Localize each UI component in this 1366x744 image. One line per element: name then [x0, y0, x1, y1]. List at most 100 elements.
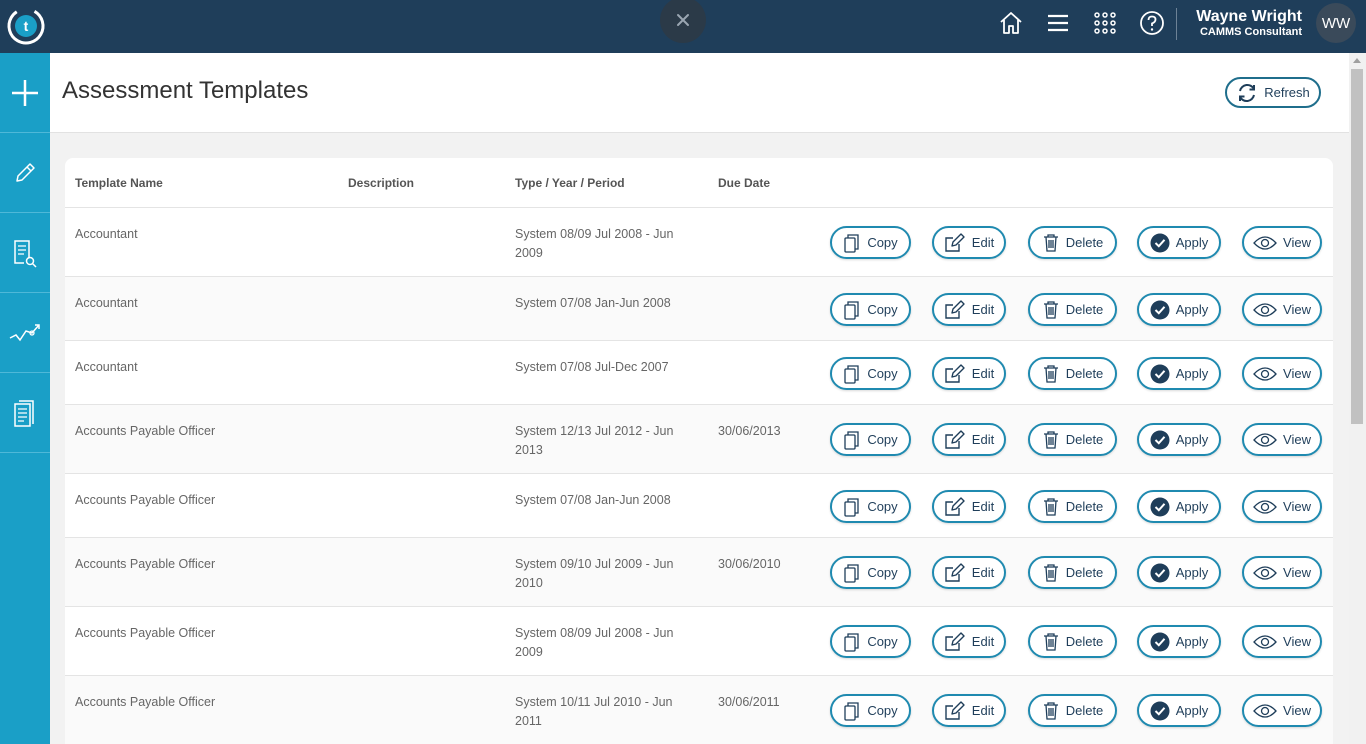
view-button[interactable]: View [1242, 226, 1322, 259]
template-name-cell: Accounts Payable Officer [75, 424, 216, 438]
apply-button[interactable]: Apply [1137, 293, 1221, 326]
edit-icon [944, 631, 966, 652]
delete-label: Delete [1065, 565, 1104, 580]
add-icon [12, 79, 38, 106]
delete-label: Delete [1065, 302, 1104, 317]
copy-button[interactable]: Copy [830, 226, 911, 259]
copy-button[interactable]: Copy [830, 625, 911, 658]
view-button[interactable]: View [1242, 490, 1322, 523]
check-circle-icon [1150, 430, 1170, 450]
type-year-period-cell: System 07/08 Jan-Jun 2008 [515, 493, 671, 507]
copy-icon [843, 430, 861, 450]
delete-button[interactable]: Delete [1028, 357, 1117, 390]
sidebar-item-trends[interactable] [0, 293, 50, 373]
check-circle-icon [1150, 300, 1170, 320]
column-header-due-date[interactable]: Due Date [718, 176, 770, 190]
user-name: Wayne Wright [1196, 8, 1302, 25]
copy-icon [843, 233, 861, 253]
copy-button[interactable]: Copy [830, 556, 911, 589]
check-circle-icon [1150, 233, 1170, 253]
eye-icon [1253, 703, 1277, 719]
view-button[interactable]: View [1242, 625, 1322, 658]
sidebar-item-documents[interactable] [0, 373, 50, 453]
edit-button[interactable]: Edit [932, 423, 1006, 456]
delete-button[interactable]: Delete [1028, 556, 1117, 589]
sidebar-item-review[interactable] [0, 213, 50, 293]
apply-button[interactable]: Apply [1137, 625, 1221, 658]
delete-button[interactable]: Delete [1028, 423, 1117, 456]
apply-button[interactable]: Apply [1137, 423, 1221, 456]
apps-grid-icon[interactable] [1092, 10, 1118, 36]
column-header-template-name[interactable]: Template Name [75, 176, 163, 190]
copy-label: Copy [867, 565, 898, 580]
refresh-icon [1239, 83, 1256, 102]
top-bar: t Wayne Wright CAMMS Consultant WW [0, 0, 1366, 53]
view-button[interactable]: View [1242, 556, 1322, 589]
template-name-cell: Accounts Payable Officer [75, 557, 216, 571]
apply-button[interactable]: Apply [1137, 490, 1221, 523]
trash-icon [1042, 430, 1060, 450]
delete-button[interactable]: Delete [1028, 490, 1117, 523]
scroll-up-arrow-icon[interactable] [1353, 58, 1361, 63]
document-list-icon [14, 399, 34, 427]
trash-icon [1042, 300, 1060, 320]
sidebar-item-edit[interactable] [0, 133, 50, 213]
copy-button[interactable]: Copy [830, 423, 911, 456]
delete-label: Delete [1065, 634, 1104, 649]
apply-button[interactable]: Apply [1137, 694, 1221, 727]
menu-icon[interactable] [1045, 10, 1071, 36]
view-button[interactable]: View [1242, 694, 1322, 727]
column-header-description[interactable]: Description [348, 176, 414, 190]
refresh-button[interactable]: Refresh [1225, 77, 1321, 108]
scrollbar[interactable] [1349, 53, 1366, 744]
due-date-cell: 30/06/2013 [718, 424, 781, 438]
copy-label: Copy [867, 235, 898, 250]
edit-button[interactable]: Edit [932, 226, 1006, 259]
scroll-thumb[interactable] [1351, 69, 1363, 424]
apply-button[interactable]: Apply [1137, 556, 1221, 589]
view-label: View [1283, 235, 1311, 250]
apply-button[interactable]: Apply [1137, 226, 1221, 259]
view-label: View [1283, 499, 1311, 514]
delete-label: Delete [1065, 235, 1104, 250]
delete-label: Delete [1065, 366, 1104, 381]
eye-icon [1253, 302, 1277, 318]
copy-button[interactable]: Copy [830, 293, 911, 326]
avatar[interactable]: WW [1316, 3, 1356, 43]
edit-label: Edit [971, 634, 995, 649]
home-icon[interactable] [998, 10, 1024, 36]
copy-button[interactable]: Copy [830, 490, 911, 523]
table-row: Accounts Payable Officer System 10/11 Jul… [65, 676, 1333, 744]
table-row: Accountant System 07/08 Jul-Dec 2007 Copy E… [65, 341, 1333, 405]
view-button[interactable]: View [1242, 293, 1322, 326]
apply-label: Apply [1175, 432, 1209, 447]
copy-label: Copy [867, 432, 898, 447]
edit-button[interactable]: Edit [932, 357, 1006, 390]
view-button[interactable]: View [1242, 423, 1322, 456]
sidebar [0, 53, 50, 744]
edit-button[interactable]: Edit [932, 490, 1006, 523]
sidebar-item-add[interactable] [0, 53, 50, 133]
copy-button[interactable]: Copy [830, 694, 911, 727]
close-button[interactable] [660, 0, 706, 43]
eye-icon [1253, 235, 1277, 251]
apply-label: Apply [1175, 499, 1209, 514]
eye-icon [1253, 499, 1277, 515]
edit-button[interactable]: Edit [932, 556, 1006, 589]
column-header-type-year-period[interactable]: Type / Year / Period [515, 176, 625, 190]
delete-button[interactable]: Delete [1028, 293, 1117, 326]
delete-button[interactable]: Delete [1028, 226, 1117, 259]
edit-button[interactable]: Edit [932, 694, 1006, 727]
check-circle-icon [1150, 364, 1170, 384]
edit-button[interactable]: Edit [932, 625, 1006, 658]
view-button[interactable]: View [1242, 357, 1322, 390]
table-row: Accounts Payable Officer System 12/13 Jul… [65, 405, 1333, 474]
app-logo-icon[interactable]: t [6, 6, 46, 46]
edit-button[interactable]: Edit [932, 293, 1006, 326]
table-body: Accountant System 08/09 Jul 2008 - Jun 20… [65, 208, 1333, 744]
help-icon[interactable] [1139, 10, 1165, 36]
delete-button[interactable]: Delete [1028, 625, 1117, 658]
apply-button[interactable]: Apply [1137, 357, 1221, 390]
delete-button[interactable]: Delete [1028, 694, 1117, 727]
copy-button[interactable]: Copy [830, 357, 911, 390]
